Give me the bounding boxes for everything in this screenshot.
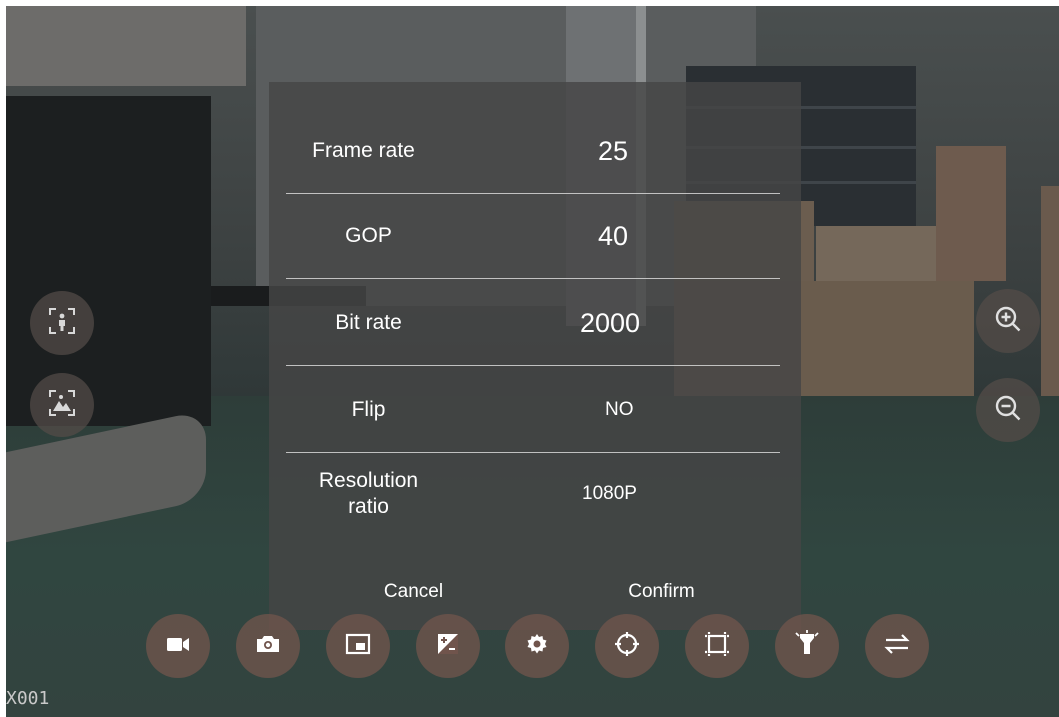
camera-id-label: X001 (6, 688, 50, 709)
crosshair-button[interactable] (595, 614, 659, 678)
flip-label: Flip (351, 398, 386, 421)
settings-gear-icon (522, 629, 552, 664)
crosshair-icon (612, 629, 642, 664)
record-video-button[interactable] (146, 614, 210, 678)
bit-rate-value[interactable]: 2000 (580, 281, 640, 365)
person-focus-button[interactable] (30, 291, 94, 355)
background-box (1041, 186, 1059, 406)
video-settings-dialog: Frame rate 25 GOP 40 Bit rate 2000 Flip … (269, 82, 801, 630)
exposure-button[interactable] (416, 614, 480, 678)
background-cloth (6, 6, 246, 86)
zoom-in-icon (993, 304, 1023, 339)
flashlight-button[interactable] (775, 614, 839, 678)
background-bin (6, 96, 211, 426)
scene-focus-button[interactable] (30, 373, 94, 437)
resolution-row[interactable]: Resolution ratio 1080P (286, 452, 780, 536)
video-record-icon (163, 629, 193, 664)
flip-value[interactable]: NO (605, 368, 634, 452)
settings-button[interactable] (505, 614, 569, 678)
snapshot-button[interactable] (236, 614, 300, 678)
picture-in-picture-icon (343, 629, 373, 664)
flip-row[interactable]: Flip NO (286, 368, 780, 453)
frame-rate-label: Frame rate (312, 139, 415, 162)
cancel-button[interactable]: Cancel (361, 574, 466, 610)
person-focus-icon (47, 306, 77, 341)
scene-focus-icon (47, 388, 77, 423)
zoom-in-button[interactable] (976, 289, 1040, 353)
bit-rate-label: Bit rate (335, 311, 402, 334)
swap-button[interactable] (865, 614, 929, 678)
flashlight-icon (792, 629, 822, 664)
exposure-icon (433, 629, 463, 664)
crop-frame-icon (702, 629, 732, 664)
swap-arrows-icon (882, 629, 912, 664)
background-box (936, 146, 1006, 281)
zoom-out-icon (993, 393, 1023, 428)
background-box (816, 226, 936, 286)
resolution-value[interactable]: 1080P (582, 452, 637, 536)
gop-row[interactable]: GOP 40 (286, 194, 780, 279)
frame-rate-row[interactable]: Frame rate 25 (286, 109, 780, 194)
resolution-label: Resolution ratio (318, 469, 419, 518)
camera-icon (253, 629, 283, 664)
gop-label: GOP (345, 224, 392, 247)
bit-rate-row[interactable]: Bit rate 2000 (286, 281, 780, 366)
picture-in-picture-button[interactable] (326, 614, 390, 678)
confirm-button[interactable]: Confirm (609, 574, 714, 610)
gop-value[interactable]: 40 (598, 194, 628, 278)
zoom-out-button[interactable] (976, 378, 1040, 442)
frame-rate-value[interactable]: 25 (598, 109, 628, 193)
crop-frame-button[interactable] (685, 614, 749, 678)
